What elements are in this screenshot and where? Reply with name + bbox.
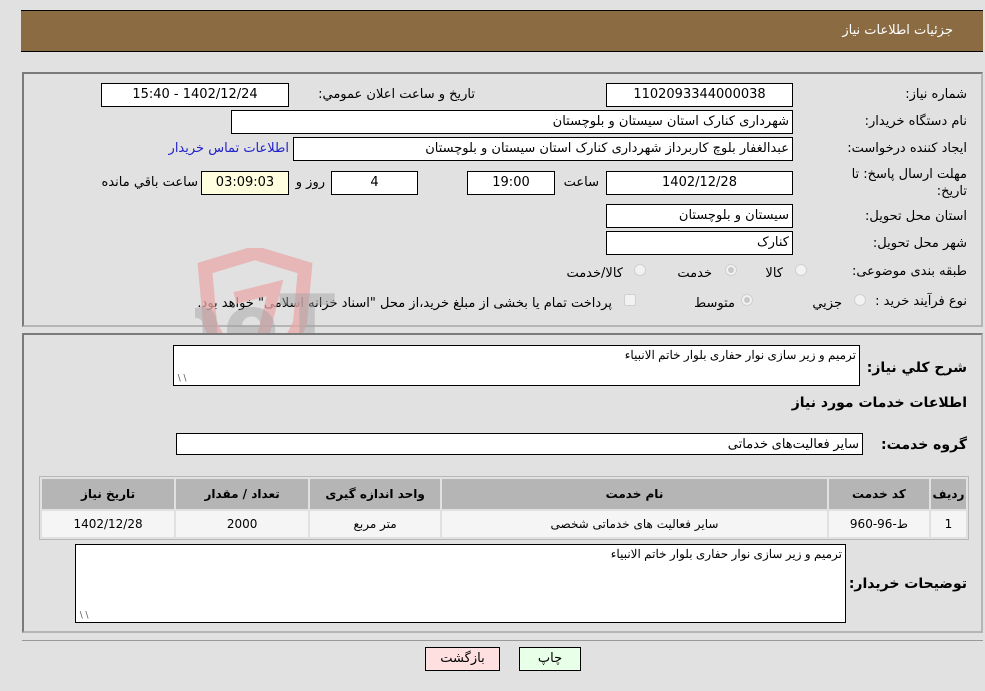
process-minor-label: جزيي [812, 296, 842, 311]
need-number-field[interactable]: 1102093344000038 [606, 83, 793, 107]
buyer-notes-label: توضيحات خريدار: [848, 576, 967, 592]
remaining-label: ساعت باقي مانده [101, 175, 198, 190]
deadline-time-field[interactable]: 19:00 [467, 171, 555, 195]
col-row-number: رديف [930, 479, 966, 509]
buyer-notes-textarea[interactable]: ترمیم و زیر سازی نوار حفاری بلوار خاتم ا… [75, 544, 846, 623]
cell-service-name: سایر فعالیت های خدماتی شخصی [442, 511, 827, 537]
process-radio-medium[interactable] [741, 294, 753, 306]
col-quantity: تعداد / مقدار [176, 479, 309, 509]
cell-row-number: 1 [930, 511, 966, 537]
need-number-label: شماره نیاز: [905, 87, 967, 102]
buyer-notes-text: ترمیم و زیر سازی نوار حفاری بلوار خاتم ا… [610, 547, 842, 561]
table-row: 1 ط-96-960 سایر فعالیت های خدماتی شخصی م… [42, 511, 966, 537]
category-service-label: خدمت [677, 266, 712, 281]
announce-label: تاریخ و ساعت اعلان عمومي: [318, 87, 475, 102]
cell-need-date: 1402/12/28 [42, 511, 175, 537]
category-goods-label: کالا [765, 266, 783, 281]
city-field[interactable]: کنارک [606, 231, 793, 255]
cell-service-code: ط-96-960 [828, 511, 929, 537]
buyer-contact-link[interactable]: اطلاعات تماس خريدار [169, 141, 289, 156]
page-title: جزئیات اطلاعات نیاز [842, 23, 953, 38]
deadline-time-label: ساعت [563, 175, 599, 190]
remaining-time-field: 03:09:03 [201, 171, 289, 195]
category-label: طبقه بندی موضوعی: [851, 264, 967, 279]
back-button[interactable]: بازگشت [425, 647, 500, 671]
description-label: شرح كلي نياز: [866, 360, 967, 376]
process-radio-minor[interactable] [854, 294, 866, 306]
col-unit: واحد اندازه گيری [310, 479, 441, 509]
category-radio-goods-service[interactable] [634, 264, 646, 276]
category-goods-service-label: کالا/خدمت [566, 266, 623, 281]
table-header-row: رديف كد خدمت نام خدمت واحد اندازه گيری ت… [42, 479, 966, 509]
deadline-label: مهلت ارسال پاسخ: تا تاريخ: [851, 167, 967, 199]
description-text: ترمیم و زیر سازی نوار حفاری بلوار خاتم ا… [624, 348, 856, 362]
process-medium-label: متوسط [694, 296, 735, 311]
days-label: روز و [295, 175, 325, 190]
province-label: استان محل تحويل: [865, 209, 967, 224]
category-radio-goods[interactable] [795, 264, 807, 276]
treasury-checkbox[interactable] [624, 294, 636, 306]
cell-unit: متر مربع [310, 511, 441, 537]
services-section-title: اطلاعات خدمات مورد نياز [791, 395, 967, 411]
page-header: جزئیات اطلاعات نیاز [21, 10, 983, 52]
province-field[interactable]: سیستان و بلوچستان [606, 204, 793, 228]
description-textarea[interactable]: ترمیم و زیر سازی نوار حفاری بلوار خاتم ا… [173, 345, 860, 386]
requester-label: ايجاد كننده درخواست: [847, 141, 967, 156]
col-service-code: كد خدمت [828, 479, 929, 509]
service-group-field[interactable]: سایر فعالیت‌های خدماتی [176, 433, 863, 455]
footer-divider [22, 640, 983, 641]
cell-quantity: 2000 [176, 511, 309, 537]
services-table: رديف كد خدمت نام خدمت واحد اندازه گيری ت… [39, 476, 969, 540]
process-label: نوع فرآيند خريد : [875, 294, 967, 309]
resize-grip-icon[interactable]: ∖∖ [176, 373, 187, 384]
service-group-label: گروه خدمت: [881, 437, 967, 453]
requester-field[interactable]: عبدالغفار بلوچ کاربرداز شهرداری کنارک اس… [293, 137, 793, 161]
buyer-org-field[interactable]: شهرداری کنارک استان سیستان و بلوچستان [231, 110, 793, 134]
announce-datetime-field[interactable]: 1402/12/24 - 15:40 [101, 83, 289, 107]
col-service-name: نام خدمت [442, 479, 827, 509]
deadline-date-field[interactable]: 1402/12/28 [606, 171, 793, 195]
treasury-note: پرداخت تمام يا بخشی از مبلغ خريد،از محل … [197, 296, 612, 311]
col-need-date: تاريخ نياز [42, 479, 175, 509]
print-button[interactable]: چاپ [519, 647, 581, 671]
buyer-org-label: نام دستگاه خريدار: [864, 114, 967, 129]
remaining-days-field[interactable]: 4 [331, 171, 418, 195]
category-radio-service[interactable] [725, 264, 737, 276]
city-label: شهر محل تحويل: [872, 236, 967, 251]
resize-grip-icon[interactable]: ∖∖ [78, 610, 89, 621]
